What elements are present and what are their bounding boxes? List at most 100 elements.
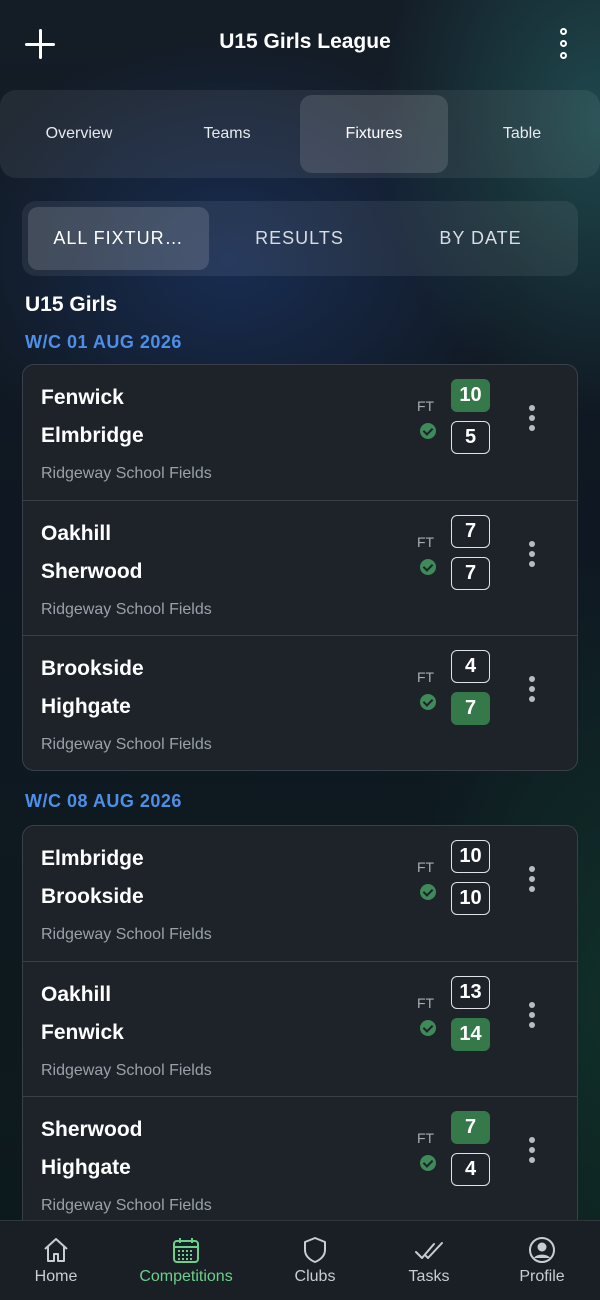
match-status: FT	[417, 398, 435, 414]
dot	[529, 551, 535, 557]
away-team: Brookside	[41, 885, 144, 908]
home-team: Oakhill	[41, 983, 112, 1006]
filter-results[interactable]: RESULTS	[209, 207, 390, 270]
more-vertical-icon[interactable]	[529, 676, 537, 704]
home-score: 13	[451, 976, 490, 1009]
home-score: 10	[451, 840, 490, 873]
nav-profile[interactable]: Profile	[502, 1221, 582, 1300]
dot	[529, 405, 535, 411]
shield-icon	[304, 1237, 326, 1263]
venue: Ridgeway School Fields	[41, 1197, 212, 1214]
away-team: Elmbridge	[41, 424, 144, 447]
nav-label: Home	[34, 1268, 78, 1285]
fixture-row[interactable]: Elmbridge Brookside Ridgeway School Fiel…	[23, 826, 577, 961]
away-score: 14	[451, 1018, 490, 1051]
dot	[529, 1147, 535, 1153]
check-circle-icon	[420, 559, 436, 575]
dot	[529, 696, 535, 702]
home-score: 4	[451, 650, 490, 683]
home-team: Oakhill	[41, 522, 112, 545]
calendar-icon	[173, 1238, 199, 1263]
away-score: 10	[451, 882, 490, 915]
nav-label: Competitions	[139, 1268, 233, 1285]
home-score: 10	[451, 379, 490, 412]
nav-label: Tasks	[408, 1268, 450, 1285]
dot	[560, 52, 567, 59]
away-score: 7	[451, 692, 490, 725]
check-circle-icon	[420, 884, 436, 900]
dot	[529, 415, 535, 421]
home-icon	[44, 1238, 68, 1262]
home-score: 7	[451, 1111, 490, 1144]
double-check-icon	[415, 1242, 443, 1259]
filter-all-fixtures[interactable]: ALL FIXTUR…	[28, 207, 209, 270]
tab-overview[interactable]: Overview	[5, 95, 153, 173]
match-status: FT	[417, 1130, 435, 1146]
fixtures-card: Fenwick Elmbridge Ridgeway School Fields…	[22, 364, 578, 771]
dot	[529, 1157, 535, 1163]
more-vertical-icon[interactable]	[529, 541, 537, 569]
more-vertical-icon[interactable]	[529, 866, 537, 894]
tab-fixtures[interactable]: Fixtures	[300, 95, 448, 173]
main-tabs: Overview Teams Fixtures Table	[0, 90, 600, 178]
dot	[529, 686, 535, 692]
nav-label: Clubs	[294, 1268, 336, 1285]
venue: Ridgeway School Fields	[41, 601, 212, 618]
away-score: 7	[451, 557, 490, 590]
dot	[529, 1137, 535, 1143]
nav-home[interactable]: Home	[16, 1221, 96, 1300]
fixture-row[interactable]: Sherwood Highgate Ridgeway School Fields…	[23, 1096, 577, 1231]
fixture-filter: ALL FIXTUR… RESULTS BY DATE	[22, 201, 578, 276]
competition-title: U15 Girls	[25, 293, 118, 316]
dot	[529, 876, 535, 882]
fixture-row[interactable]: Oakhill Sherwood Ridgeway School Fields …	[23, 500, 577, 635]
dot	[560, 28, 567, 35]
away-score: 5	[451, 421, 490, 454]
home-team: Fenwick	[41, 386, 124, 409]
dot	[529, 561, 535, 567]
match-status: FT	[417, 534, 435, 550]
filter-by-date[interactable]: BY DATE	[390, 207, 571, 270]
away-team: Sherwood	[41, 560, 143, 583]
match-status: FT	[417, 859, 435, 875]
more-options-icon[interactable]	[554, 28, 574, 62]
nav-clubs[interactable]: Clubs	[275, 1221, 355, 1300]
dot	[529, 541, 535, 547]
bottom-navigation: Home Competitions Clubs Tasks Profile	[0, 1220, 600, 1300]
home-score: 7	[451, 515, 490, 548]
home-team: Brookside	[41, 657, 144, 680]
venue: Ridgeway School Fields	[41, 736, 212, 753]
check-circle-icon	[420, 423, 436, 439]
away-score: 4	[451, 1153, 490, 1186]
nav-competitions[interactable]: Competitions	[121, 1221, 251, 1300]
fixture-row[interactable]: Brookside Highgate Ridgeway School Field…	[23, 635, 577, 770]
fixtures-card: Elmbridge Brookside Ridgeway School Fiel…	[22, 825, 578, 1245]
match-status: FT	[417, 669, 435, 685]
app-screen: U15 Girls League Overview Teams Fixtures…	[0, 0, 600, 1300]
check-circle-icon	[420, 694, 436, 710]
dot	[529, 425, 535, 431]
more-vertical-icon[interactable]	[529, 1137, 537, 1165]
check-circle-icon	[420, 1155, 436, 1171]
nav-tasks[interactable]: Tasks	[389, 1221, 469, 1300]
week-label: W/C 01 AUG 2026	[25, 332, 182, 352]
more-vertical-icon[interactable]	[529, 405, 537, 433]
dot	[529, 866, 535, 872]
venue: Ridgeway School Fields	[41, 1062, 212, 1079]
more-vertical-icon[interactable]	[529, 1002, 537, 1030]
home-team: Elmbridge	[41, 847, 144, 870]
fixture-row[interactable]: Fenwick Elmbridge Ridgeway School Fields…	[23, 365, 577, 500]
user-circle-icon	[529, 1237, 555, 1263]
dot	[529, 1022, 535, 1028]
tab-table[interactable]: Table	[448, 95, 596, 173]
venue: Ridgeway School Fields	[41, 926, 212, 943]
away-team: Highgate	[41, 1156, 131, 1179]
dot	[529, 1012, 535, 1018]
tab-teams[interactable]: Teams	[153, 95, 301, 173]
page-title: U15 Girls League	[219, 30, 391, 53]
week-label: W/C 08 AUG 2026	[25, 791, 182, 811]
fixture-row[interactable]: Oakhill Fenwick Ridgeway School Fields F…	[23, 961, 577, 1096]
dot	[529, 1002, 535, 1008]
check-circle-icon	[420, 1020, 436, 1036]
venue: Ridgeway School Fields	[41, 465, 212, 482]
